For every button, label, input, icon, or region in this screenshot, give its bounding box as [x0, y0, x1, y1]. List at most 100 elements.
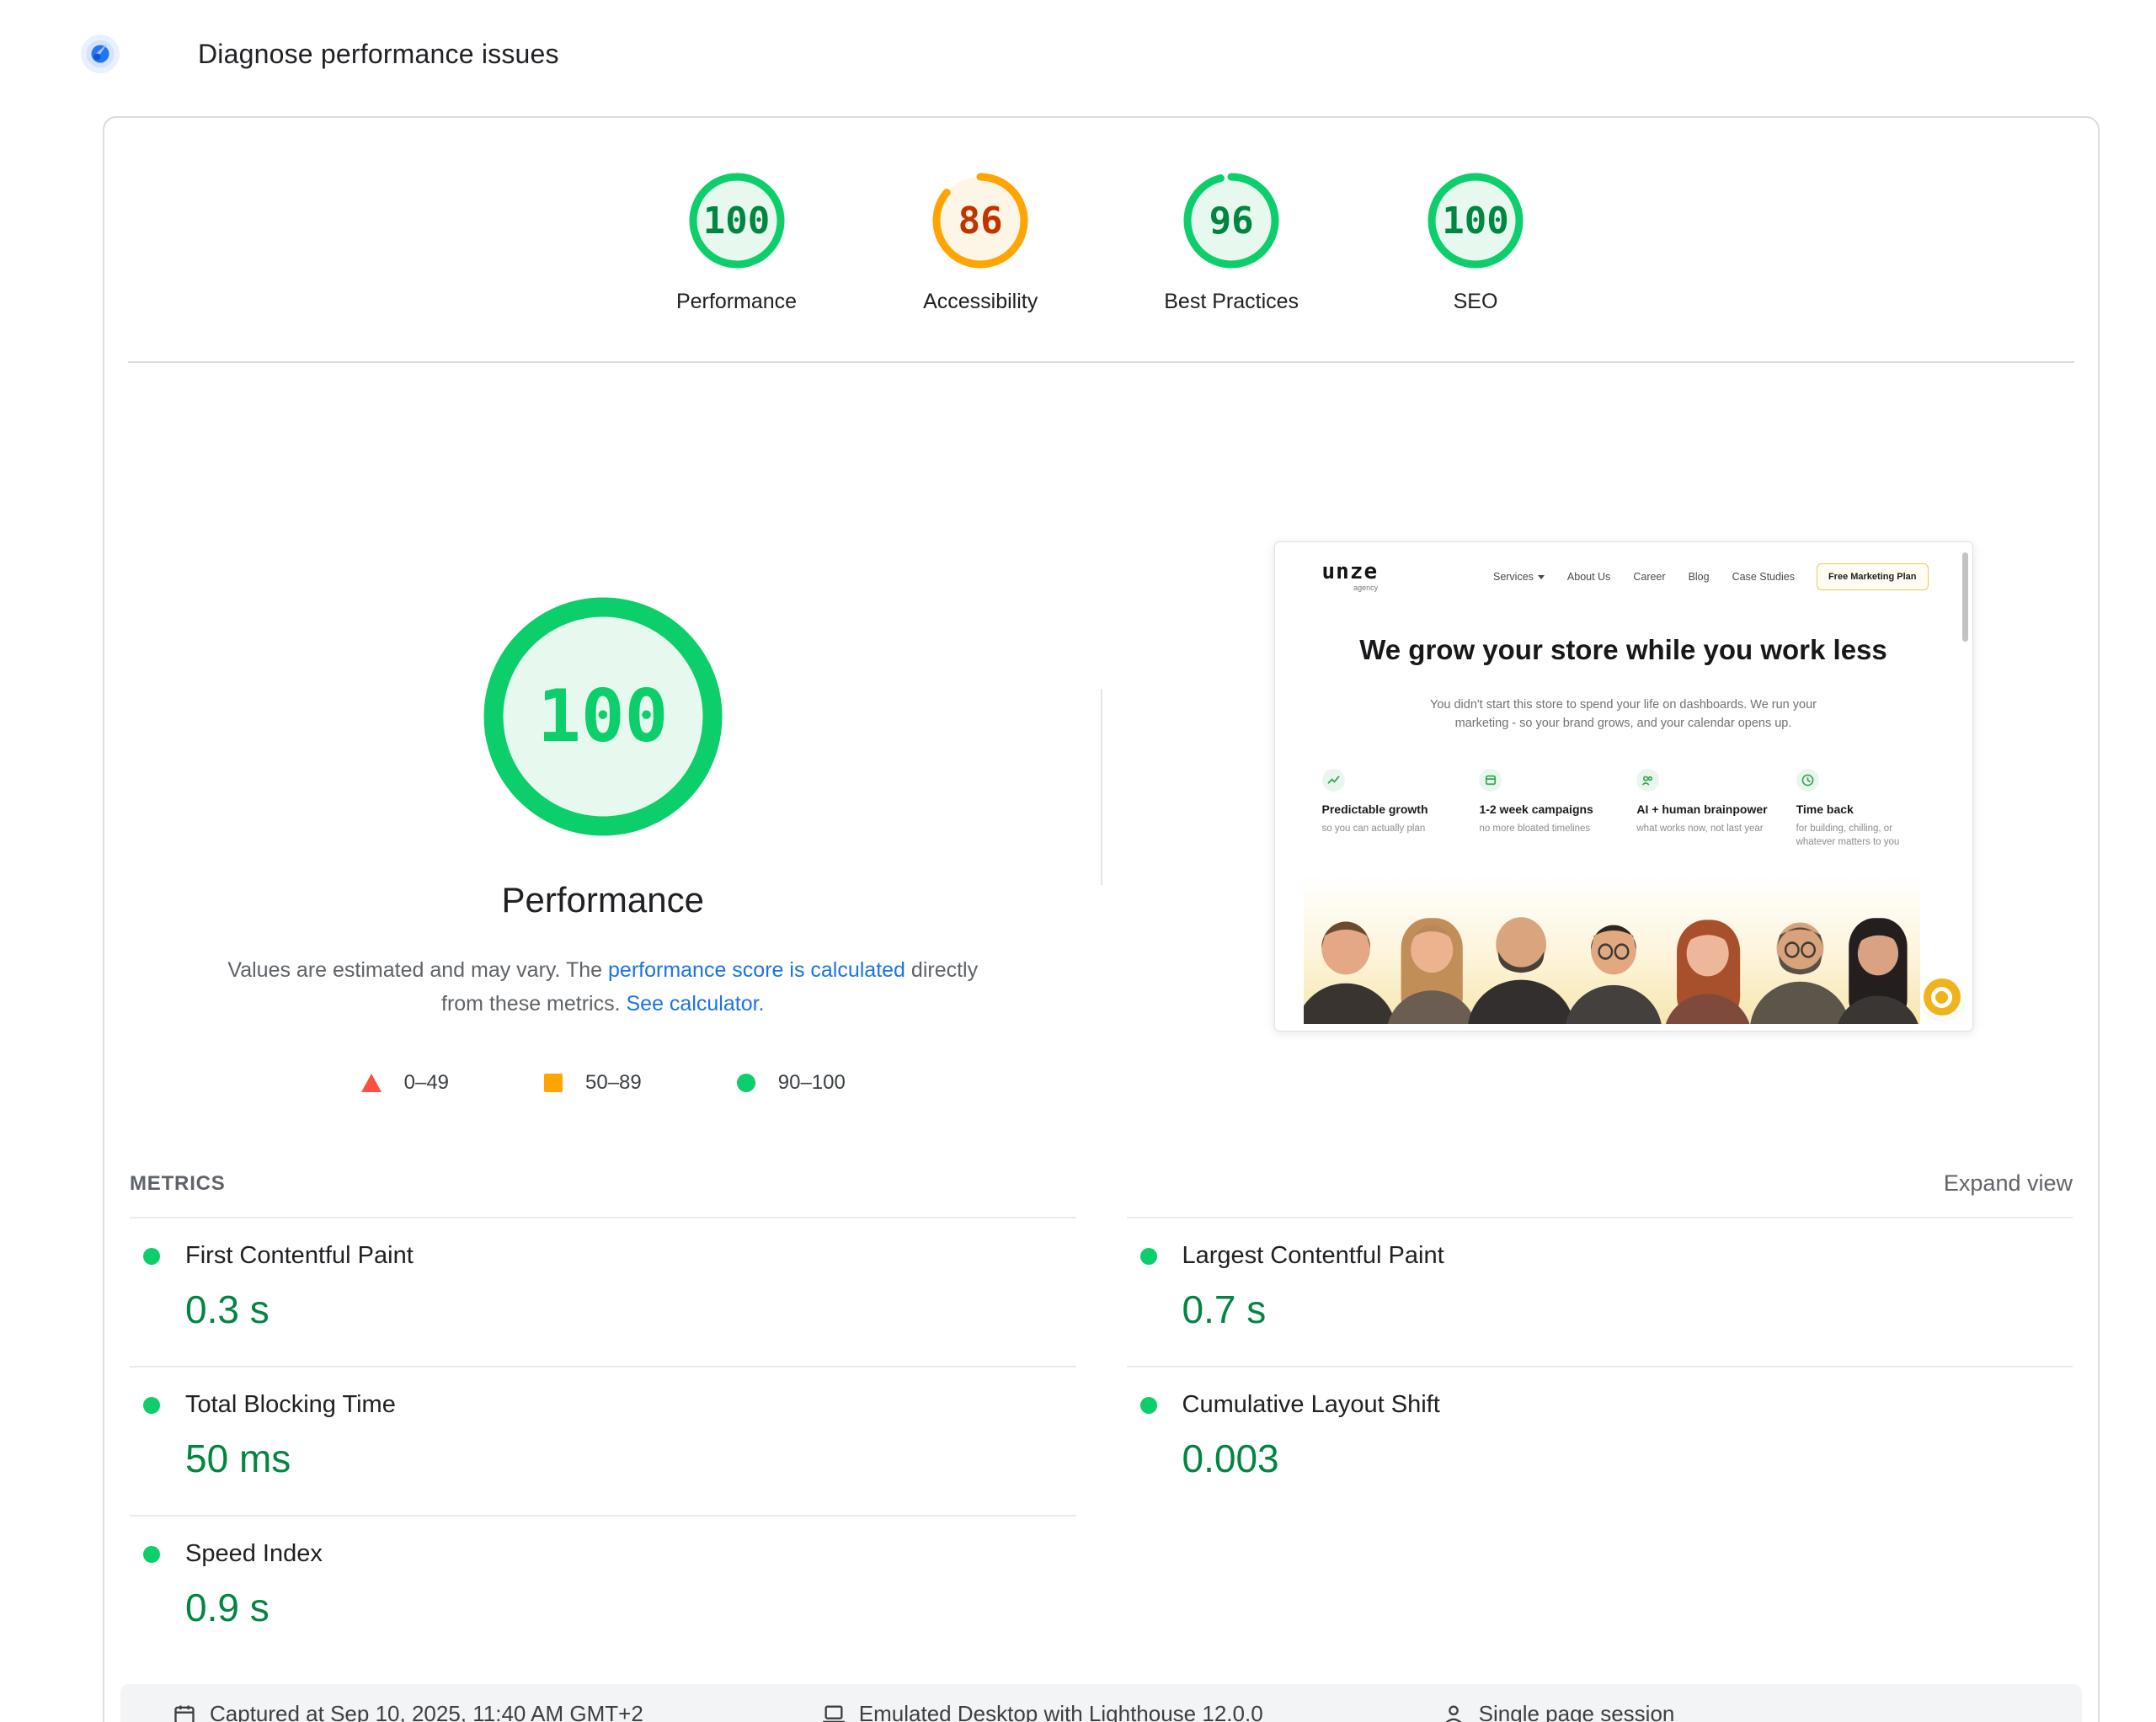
session-info-label: Single page session	[1479, 1701, 1675, 1722]
metric-status-dot	[1140, 1397, 1157, 1414]
metric-status-dot	[143, 1248, 160, 1265]
team-photo	[1304, 876, 1920, 1024]
metric-largest-contentful-paint: Largest Contentful Paint 0.7 s	[1127, 1217, 2073, 1366]
feature-desc: so you can actually plan	[1322, 822, 1451, 835]
site-nav-item: Blog	[1689, 571, 1710, 583]
performance-score-value: 100	[477, 590, 729, 843]
site-heading: We grow your store while you work less	[1275, 634, 1972, 666]
metrics-heading: METRICS	[130, 1172, 226, 1196]
metrics-grid: First Contentful Paint 0.3 s Largest Con…	[130, 1217, 2073, 1664]
expand-view-button[interactable]: Expand view	[1944, 1170, 2073, 1197]
gauge: 86	[930, 170, 1031, 271]
legend-item-average: 50–89	[543, 1071, 642, 1095]
score-gauge-accessibility[interactable]: 86 Accessibility	[923, 170, 1038, 314]
feature-item: AI + human brainpower what works now, no…	[1636, 769, 1767, 849]
feature-title: 1-2 week campaigns	[1479, 802, 1608, 816]
performance-gauge: 100	[477, 590, 729, 843]
score-label: Best Practices	[1164, 290, 1299, 314]
score-value: 96	[1181, 170, 1282, 271]
screenshot-header: unze agency Services About Us Career Blo…	[1275, 542, 1972, 592]
growth-icon	[1322, 769, 1345, 792]
see-calculator-link[interactable]: See calculator.	[627, 992, 765, 1016]
metric-first-contentful-paint: First Contentful Paint 0.3 s	[130, 1217, 1076, 1366]
metric-name: First Contentful Paint	[185, 1242, 414, 1270]
page-header: Diagnose performance issues	[0, 0, 2156, 74]
score-gauge-performance[interactable]: 100 Performance	[676, 170, 797, 314]
feature-title: Predictable growth	[1322, 802, 1451, 816]
site-nav-item: Case Studies	[1732, 571, 1795, 583]
pass-circle-icon	[736, 1073, 756, 1093]
capture-meta-bar: Captured at Sep 10, 2025, 11:40 AM GMT+2…	[120, 1684, 2082, 1722]
chevron-down-icon	[1538, 575, 1545, 579]
metric-value: 0.003	[1182, 1436, 2073, 1481]
site-nav-item: Career	[1633, 571, 1665, 583]
legend-item-pass: 90–100	[736, 1071, 846, 1095]
team-photo-illustration	[1304, 876, 1920, 1024]
gauge: 96	[1181, 170, 1282, 271]
team-icon	[1636, 769, 1659, 792]
site-logo-text: unze	[1322, 561, 1379, 583]
site-nav: Services About Us Career Blog Case Studi…	[1493, 571, 1795, 583]
feature-title: AI + human brainpower	[1636, 802, 1767, 816]
speedometer-icon	[80, 34, 120, 74]
score-gauge-seo[interactable]: 100 SEO	[1425, 170, 1526, 314]
scrollbar-thumb	[1962, 552, 1968, 642]
gauge: 100	[1425, 170, 1526, 271]
chat-widget-button	[1924, 978, 1961, 1016]
score-label: Accessibility	[923, 290, 1038, 314]
average-square-icon	[543, 1073, 563, 1093]
metric-total-blocking-time: Total Blocking Time 50 ms	[130, 1366, 1076, 1515]
metrics-header: METRICS Expand view	[130, 1170, 2073, 1197]
person-icon	[1442, 1703, 1465, 1722]
metric-name: Cumulative Layout Shift	[1182, 1391, 1440, 1419]
feature-item: 1-2 week campaigns no more bloated timel…	[1479, 769, 1608, 849]
calendar-icon	[1479, 769, 1502, 792]
metric-value: 0.7 s	[1182, 1287, 2073, 1332]
site-features: Predictable growth so you can actually p…	[1322, 769, 1925, 849]
metric-value: 50 ms	[185, 1436, 1076, 1481]
metric-value: 0.3 s	[185, 1287, 1076, 1332]
site-nav-item: About Us	[1567, 571, 1610, 583]
feature-item: Time back for building, chilling, or wha…	[1796, 769, 1925, 849]
session-info: Single page session	[1442, 1701, 1675, 1722]
metric-speed-index: Speed Index 0.9 s	[130, 1515, 1076, 1664]
capture-time: Captured at Sep 10, 2025, 11:40 AM GMT+2	[173, 1701, 643, 1722]
performance-section: 100 Performance Values are estimated and…	[104, 363, 2098, 1150]
legend-label: 50–89	[585, 1071, 642, 1095]
metric-status-dot	[143, 1397, 160, 1414]
site-nav-button: Free Marketing Plan	[1817, 563, 1929, 590]
metric-status-dot	[143, 1546, 160, 1563]
pagespeed-report-page: Diagnose performance issues 100 Performa…	[0, 0, 2156, 1722]
metric-status-dot	[1140, 1248, 1157, 1265]
emulation-info-label: Emulated Desktop with Lighthouse 12.0.0	[859, 1701, 1263, 1722]
feature-item: Predictable growth so you can actually p…	[1322, 769, 1451, 849]
metric-name: Largest Contentful Paint	[1182, 1242, 1444, 1270]
feature-desc: no more bloated timelines	[1479, 822, 1608, 835]
score-label: SEO	[1454, 290, 1498, 314]
site-nav-item: Services	[1493, 571, 1545, 583]
feature-desc: for building, chilling, or whatever matt…	[1796, 822, 1925, 849]
capture-time-label: Captured at Sep 10, 2025, 11:40 AM GMT+2	[210, 1701, 643, 1722]
metric-cumulative-layout-shift: Cumulative Layout Shift 0.003	[1127, 1366, 2073, 1515]
performance-summary-column: 100 Performance Values are estimated and…	[104, 363, 1102, 1150]
disclaimer-text: Values are estimated and may vary. The	[227, 958, 608, 982]
score-value: 100	[686, 170, 787, 271]
score-calculation-link[interactable]: performance score is calculated	[608, 958, 905, 982]
calendar-icon	[173, 1703, 196, 1722]
final-screenshot-thumbnail[interactable]: unze agency Services About Us Career Blo…	[1274, 541, 1973, 1032]
metric-empty-cell	[1127, 1515, 2073, 1664]
performance-title: Performance	[502, 880, 704, 920]
legend-label: 90–100	[778, 1071, 846, 1095]
score-range-legend: 0–49 50–89 90–100	[360, 1071, 846, 1095]
site-logo-subtext: agency	[1322, 584, 1379, 592]
legend-item-fail: 0–49	[360, 1071, 449, 1095]
screenshot-column: unze agency Services About Us Career Blo…	[1102, 363, 2099, 1150]
metric-name: Speed Index	[185, 1540, 323, 1568]
report-card: 100 Performance 86 Accessibility	[103, 116, 2100, 1722]
metric-name: Total Blocking Time	[185, 1391, 396, 1419]
score-value: 86	[930, 170, 1031, 271]
score-gauge-best-practices[interactable]: 96 Best Practices	[1164, 170, 1299, 314]
site-logo: unze agency	[1322, 561, 1379, 592]
clock-icon	[1796, 769, 1819, 792]
site-paragraph: You didn't start this store to spend you…	[1422, 696, 1826, 733]
